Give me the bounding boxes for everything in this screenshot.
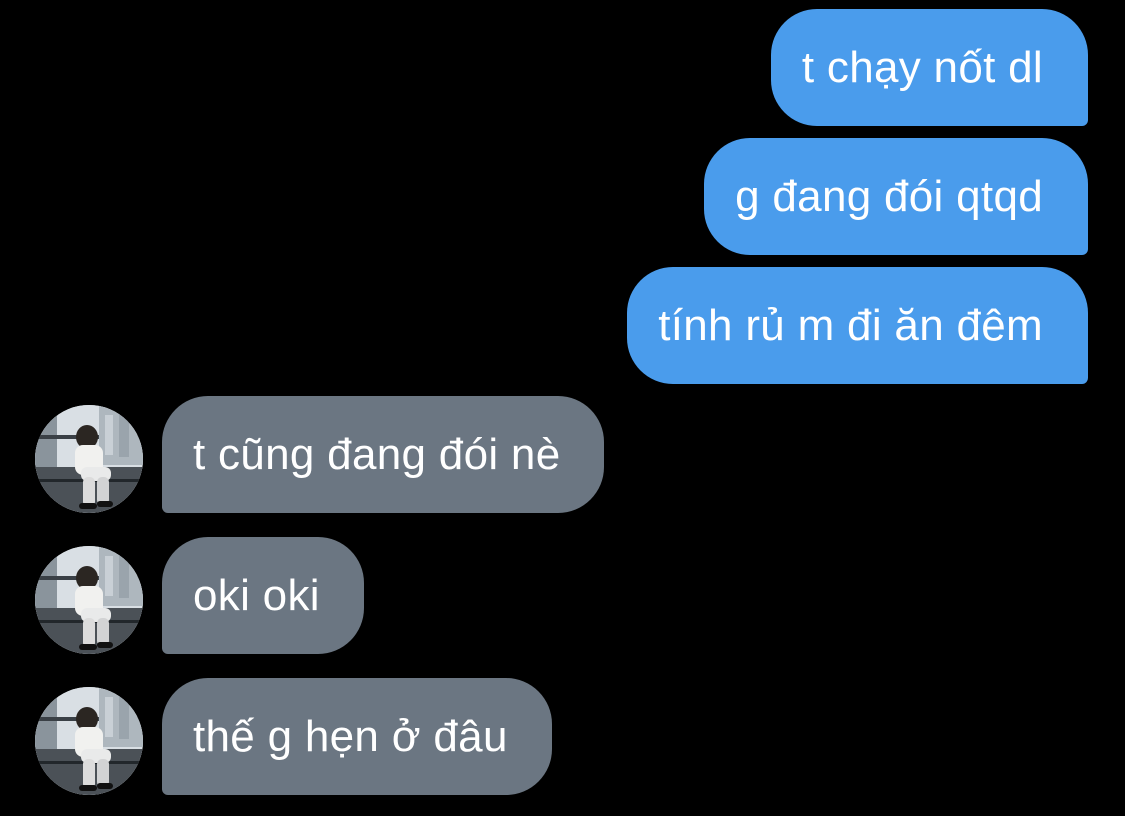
message-text: thế g hẹn ở đâu: [193, 712, 508, 761]
outgoing-message-bubble[interactable]: tính rủ m đi ăn đêm: [627, 267, 1088, 384]
incoming-message-bubble[interactable]: oki oki: [162, 537, 364, 654]
outgoing-message-bubble[interactable]: t chạy nốt dl: [770, 9, 1088, 126]
outgoing-message-bubble[interactable]: g đang đói qtqd: [704, 138, 1088, 255]
avatar-photo-icon: [35, 405, 143, 513]
contact-avatar[interactable]: [35, 546, 143, 654]
message-text: t cũng đang đói nè: [193, 430, 561, 479]
message-text: tính rủ m đi ăn đêm: [658, 301, 1043, 350]
message-text: g đang đói qtqd: [735, 172, 1043, 221]
contact-avatar[interactable]: [35, 687, 143, 795]
avatar-photo-icon: [35, 687, 143, 795]
incoming-message-bubble[interactable]: t cũng đang đói nè: [162, 396, 605, 513]
message-thread: t chạy nốt dl g đang đói qtqd tính rủ m …: [0, 0, 1125, 816]
message-text: oki oki: [193, 571, 320, 620]
contact-avatar[interactable]: [35, 405, 143, 513]
message-text: t chạy nốt dl: [801, 43, 1043, 92]
avatar-photo-icon: [35, 546, 143, 654]
incoming-message-bubble[interactable]: thế g hẹn ở đâu: [162, 678, 552, 795]
